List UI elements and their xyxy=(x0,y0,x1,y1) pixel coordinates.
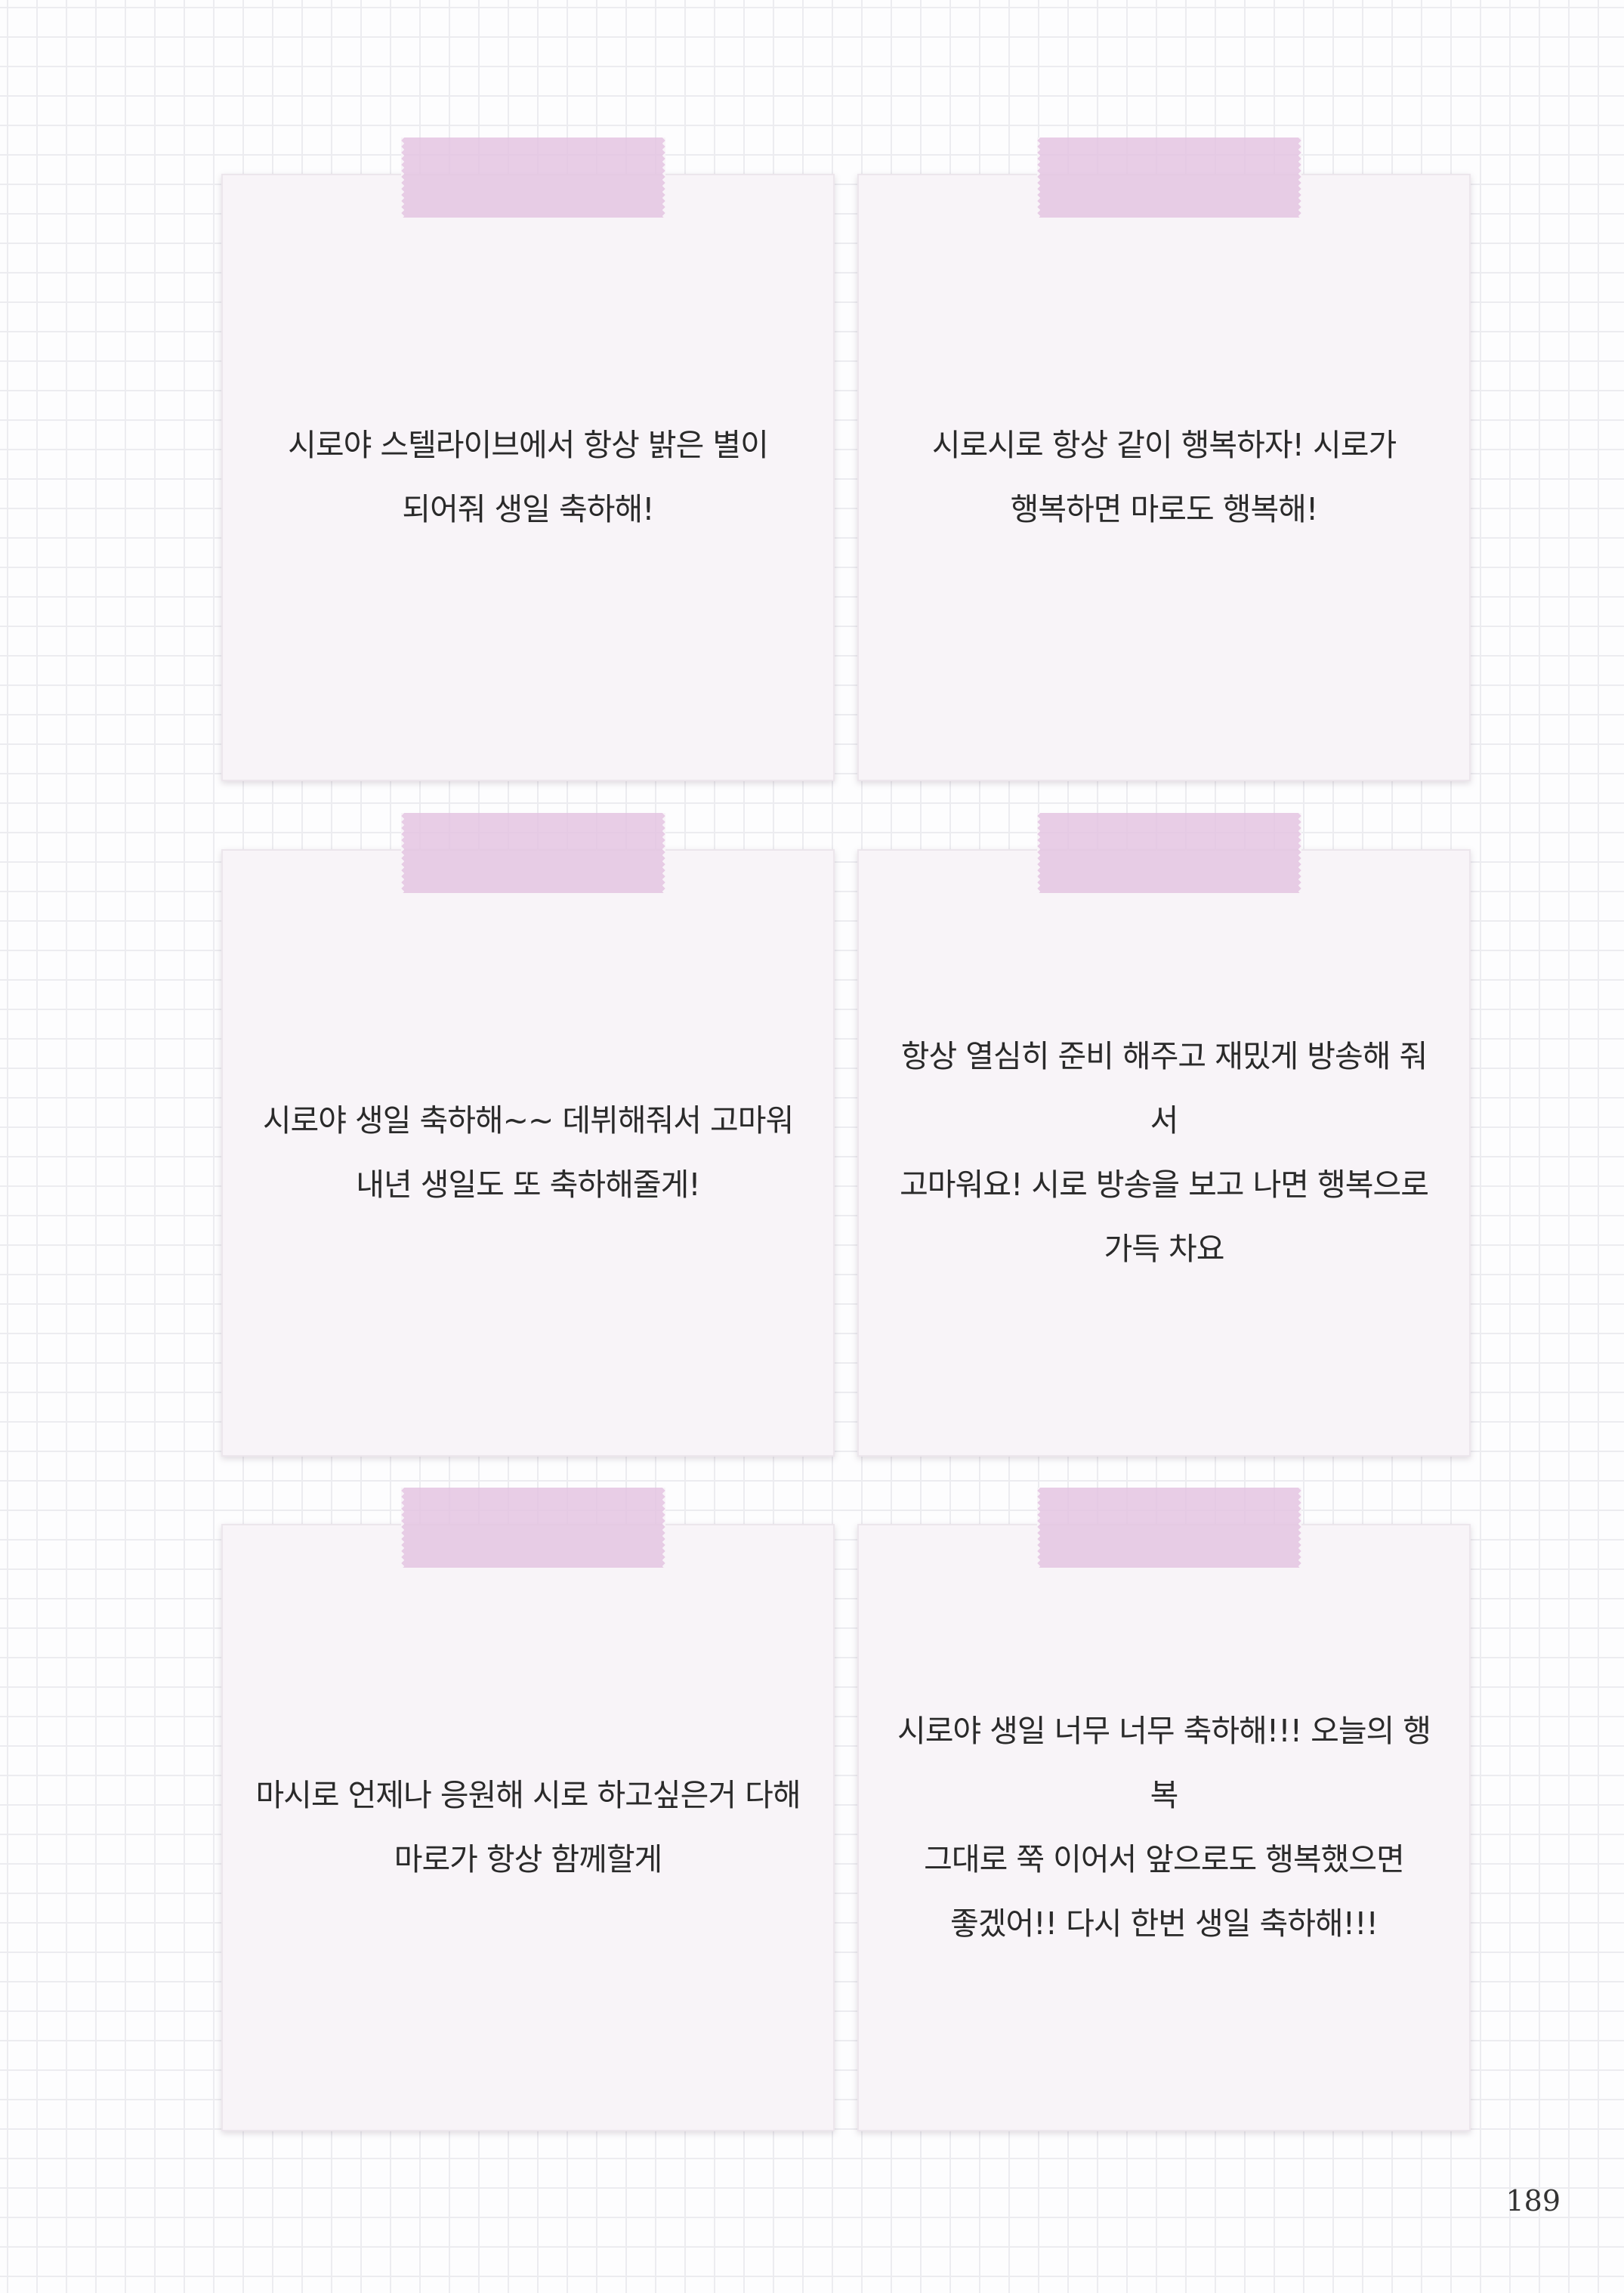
page: { "notes": [ {"text": "시로야 스텔라이브에서 항상 밝은… xyxy=(0,0,1624,2293)
message-card: 시로야 스텔라이브에서 항상 밝은 별이 되어줘 생일 축하해! xyxy=(221,138,835,781)
message-card: 항상 열심히 준비 해주고 재밌게 방송해 줘서 고마워요! 시로 방송을 보고… xyxy=(857,813,1471,1457)
message-card: 시로야 생일 축하해~~ 데뷔해줘서 고마워 내년 생일도 또 축하해줄게! xyxy=(221,813,835,1457)
message-card: 마시로 언제나 응원해 시로 하고싶은거 다해 마로가 항상 함께할게 xyxy=(221,1488,835,2131)
message-text: 마시로 언제나 응원해 시로 하고싶은거 다해 마로가 항상 함께할게 xyxy=(255,1777,801,1877)
message-card: 시로야 생일 너무 너무 축하해!!! 오늘의 행복 그대로 쭉 이어서 앞으로… xyxy=(857,1488,1471,2131)
message-text: 항상 열심히 준비 해주고 재밌게 방송해 줘서 고마워요! 시로 방송을 보고… xyxy=(900,1038,1429,1267)
message-card: 시로시로 항상 같이 행복하자! 시로가 행복하면 마로도 행복해! xyxy=(857,138,1471,781)
message-text: 시로야 생일 축하해~~ 데뷔해줘서 고마워 내년 생일도 또 축하해줄게! xyxy=(262,1102,794,1203)
message-text: 시로시로 항상 같이 행복하자! 시로가 행복하면 마로도 행복해! xyxy=(931,427,1397,527)
message-text: 시로야 생일 너무 너무 축하해!!! 오늘의 행복 그대로 쭉 이어서 앞으로… xyxy=(897,1713,1431,1942)
message-text: 시로야 스텔라이브에서 항상 밝은 별이 되어줘 생일 축하해! xyxy=(288,427,769,527)
page-number: 189 xyxy=(1505,2184,1561,2217)
